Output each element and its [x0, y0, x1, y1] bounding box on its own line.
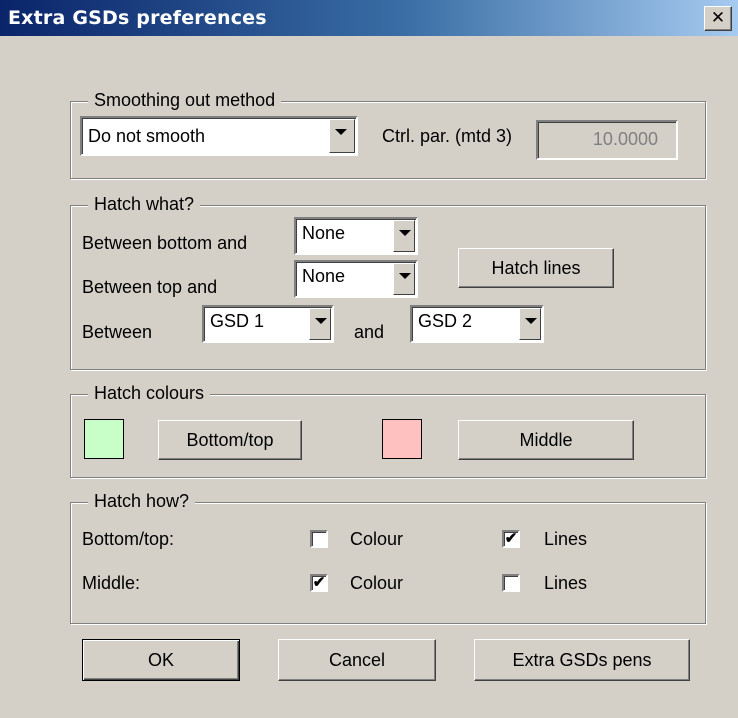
hatch-how-legend: Hatch how?	[88, 491, 196, 512]
chevron-down-icon[interactable]	[393, 263, 415, 295]
bottom-top-colour-checkbox[interactable]	[310, 530, 328, 548]
window-title: Extra GSDs preferences	[8, 7, 267, 29]
cancel-button[interactable]: Cancel	[278, 639, 436, 681]
ctrl-par-label: Ctrl. par. (mtd 3)	[382, 126, 513, 146]
chevron-down-icon[interactable]	[309, 308, 331, 340]
extra-gsds-pens-button[interactable]: Extra GSDs pens	[474, 639, 690, 681]
between-to-select[interactable]: GSD 2	[410, 305, 544, 343]
hatch-how-group	[70, 502, 706, 624]
between-label: Between	[82, 322, 153, 342]
bottom-top-colour-label: Colour	[350, 529, 404, 549]
title-bar: Extra GSDs preferences ✕	[0, 0, 738, 36]
smoothing-legend: Smoothing out method	[88, 90, 282, 111]
middle-colour-checkbox[interactable]: ✔	[310, 574, 328, 592]
middle-lines-label: Lines	[544, 573, 588, 593]
chevron-down-icon[interactable]	[329, 119, 355, 153]
bottom-top-lines-checkbox[interactable]: ✔	[502, 530, 520, 548]
middle-colour-label: Colour	[350, 573, 404, 593]
ok-button[interactable]: OK	[82, 639, 240, 681]
between-bottom-value: None	[302, 223, 346, 243]
close-icon[interactable]: ✕	[704, 6, 732, 31]
between-top-label: Between top and	[82, 277, 218, 297]
hatch-colours-legend: Hatch colours	[88, 383, 211, 404]
between-top-value: None	[302, 266, 346, 286]
bottom-top-lines-label: Lines	[544, 529, 588, 549]
chevron-down-icon[interactable]	[393, 220, 415, 252]
middle-colour-swatch	[382, 419, 422, 459]
bottom-top-row-label: Bottom/top:	[82, 529, 175, 549]
middle-lines-checkbox[interactable]	[502, 574, 520, 592]
chevron-down-icon[interactable]	[519, 308, 541, 340]
smoothing-method-value: Do not smooth	[88, 126, 206, 146]
bottom-top-colour-button[interactable]: Bottom/top	[158, 420, 302, 460]
bottom-top-colour-swatch	[84, 419, 124, 459]
and-label: and	[354, 322, 385, 342]
between-bottom-label: Between bottom and	[82, 233, 248, 253]
between-top-select[interactable]: None	[294, 260, 418, 298]
between-bottom-select[interactable]: None	[294, 217, 418, 255]
middle-colour-button[interactable]: Middle	[458, 420, 634, 460]
hatch-lines-button[interactable]: Hatch lines	[458, 248, 614, 288]
hatch-what-legend: Hatch what?	[88, 194, 201, 215]
ctrl-par-field[interactable]: 10.0000	[536, 120, 678, 160]
middle-row-label: Middle:	[82, 573, 141, 593]
between-to-value: GSD 2	[418, 311, 473, 331]
smoothing-method-select[interactable]: Do not smooth	[80, 116, 358, 156]
between-from-select[interactable]: GSD 1	[202, 305, 334, 343]
between-from-value: GSD 1	[210, 311, 265, 331]
